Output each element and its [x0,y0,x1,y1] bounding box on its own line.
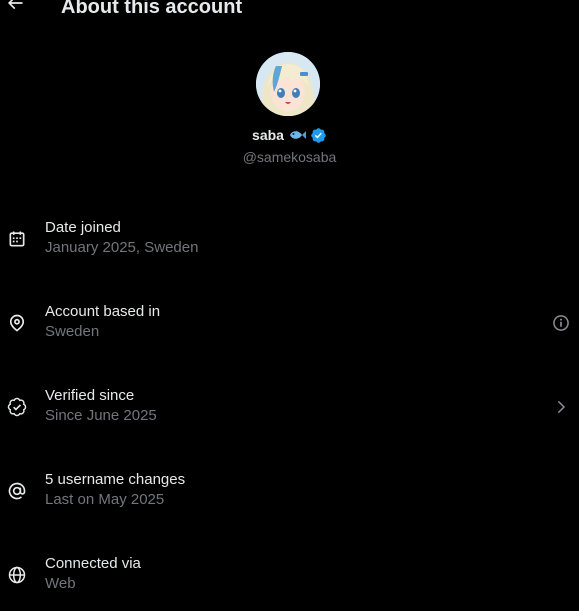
chevron-right-icon [557,400,566,414]
verified-badge-icon[interactable] [310,127,327,144]
open-verified-details-button[interactable] [550,396,572,418]
display-name-row: saba [0,126,579,144]
row-value: Since June 2025 [45,407,157,424]
row-verified-since[interactable]: Verified since Since June 2025 [0,383,579,443]
page-title: About this account [61,0,243,18]
row-account-based-in: Account based in Sweden [0,299,579,359]
row-title: Date joined [45,219,121,236]
avatar[interactable] [256,52,320,116]
location-pin-icon [6,312,28,334]
handle: @samekosaba [242,149,337,165]
row-title: Verified since [45,387,135,404]
row-username-changes: 5 username changes Last on May 2025 [0,467,579,527]
calendar-icon [6,228,28,250]
avatar-image [256,52,320,116]
row-title: 5 username changes [45,471,186,488]
row-date-joined: Date joined January 2025, Sweden [0,215,579,275]
row-value: January 2025, Sweden [45,239,199,256]
row-value: Last on May 2025 [45,491,165,508]
header-bar: About this account [0,0,579,24]
verified-check-icon [6,396,28,418]
row-title: Connected via [45,555,141,572]
fish-emoji-icon [288,128,306,142]
info-icon [553,315,569,331]
globe-icon [6,564,28,586]
back-button[interactable] [4,0,26,14]
at-sign-icon [6,480,28,502]
row-connected-via: Connected via Web [0,551,579,611]
display-name: saba [252,127,284,143]
row-title: Account based in [45,303,161,320]
row-value: Web [45,575,76,592]
row-value: Sweden [45,323,100,340]
arrow-left-icon [7,0,23,10]
info-button[interactable] [550,312,572,334]
